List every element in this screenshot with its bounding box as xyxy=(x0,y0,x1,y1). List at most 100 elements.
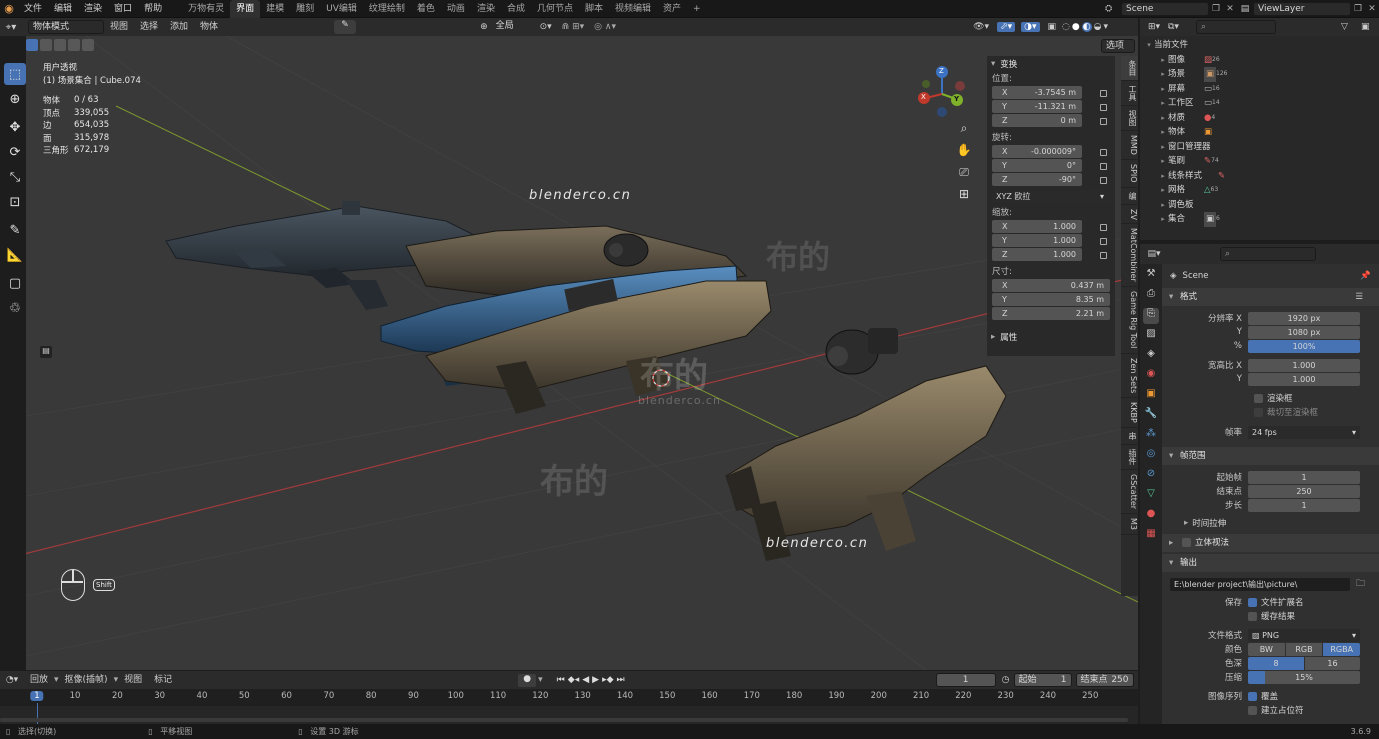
fps-selector[interactable]: 24 fps ▾ xyxy=(1248,425,1360,439)
tab-zen-sets[interactable]: Zen Sets xyxy=(1121,354,1138,398)
zoom-icon[interactable]: ⌕ xyxy=(954,121,974,143)
jump-end-icon[interactable]: ⏭ xyxy=(617,675,625,685)
tab-zv[interactable]: ZV xyxy=(1121,205,1138,225)
list-icon[interactable]: ☰ xyxy=(1355,288,1363,306)
xray-icon[interactable]: ▣ xyxy=(1048,22,1057,32)
properties-search-input[interactable]: ⌕ xyxy=(1220,247,1316,261)
transform-orientation-selector[interactable]: 全局 xyxy=(492,20,532,34)
data-tab-icon[interactable]: ▽ xyxy=(1143,488,1159,504)
tab-string[interactable]: 串 xyxy=(1121,428,1138,445)
filter-icon[interactable]: ⧉▾ xyxy=(1168,22,1190,32)
menu-render[interactable]: 渲染 xyxy=(78,0,108,18)
start-frame-field[interactable]: 起始 1 xyxy=(1013,673,1072,687)
format-panel-header[interactable]: 格式☰ xyxy=(1162,288,1379,306)
menu-timeline-view[interactable]: 视图 xyxy=(118,671,148,689)
editor-type-icon[interactable]: ⌖▾ xyxy=(0,22,22,33)
cursor-tool-icon[interactable]: ⊕ xyxy=(4,88,26,110)
select-subtract-icon[interactable] xyxy=(54,39,66,51)
world-tab-icon[interactable]: ◉ xyxy=(1143,368,1159,384)
toolbar-toggle-icon[interactable]: ▤ xyxy=(40,346,52,358)
properties-panel-header[interactable]: ▸ 属性 xyxy=(987,328,1115,346)
pan-hand-icon[interactable]: ✋ xyxy=(954,143,974,165)
overlay-toggle-icon[interactable]: ◑▾ xyxy=(1021,22,1040,32)
jump-start-icon[interactable]: ⏮ xyxy=(557,675,565,685)
tab-gscatter[interactable]: GScatter xyxy=(1121,470,1138,514)
tab-game-rig-tool[interactable]: Game Rig Tool xyxy=(1121,287,1138,354)
outliner-search-input[interactable]: ⌕ xyxy=(1196,20,1276,34)
tab-workspace-sculpt[interactable]: 雕刻 xyxy=(290,0,320,18)
tab-workspace-video[interactable]: 视频编辑 xyxy=(609,0,657,18)
view-layer-icon[interactable]: ▤ xyxy=(1237,4,1253,14)
render-tab-icon[interactable]: ⎙ xyxy=(1143,288,1159,304)
time-stretch-subpanel[interactable]: ▸ 时间拉伸 xyxy=(1162,514,1379,532)
menu-select[interactable]: 选择 xyxy=(134,18,164,36)
scale-y-field[interactable]: Y 1.000 xyxy=(992,234,1082,247)
gizmo-toggle-icon[interactable]: ⬀▾ xyxy=(997,22,1016,32)
shading-rendered-icon[interactable]: ◒ xyxy=(1094,22,1102,32)
lock-icon[interactable] xyxy=(1100,223,1107,231)
select-extend-icon[interactable] xyxy=(40,39,52,51)
dimension-y-field[interactable]: Y 8.35 m xyxy=(992,293,1110,306)
editor-type-icon[interactable]: ◔▾ xyxy=(0,675,24,685)
tool-tab-icon[interactable]: ⚒ xyxy=(1143,268,1159,284)
lock-icon[interactable] xyxy=(1100,251,1107,259)
res-y-field[interactable]: 1080 px xyxy=(1248,325,1360,339)
tab-workspace-texture[interactable]: 纹理绘制 xyxy=(363,0,411,18)
file-format-selector[interactable]: ▨ PNG ▾ xyxy=(1248,628,1360,642)
modifier-tab-icon[interactable]: 🔧 xyxy=(1143,408,1159,424)
new-collection-icon[interactable]: ▣ xyxy=(1361,22,1379,32)
display-mode-icon[interactable]: ⊞▾ xyxy=(1140,22,1168,32)
funnel-icon[interactable]: ▽ xyxy=(1341,22,1361,32)
color-rgb-button[interactable]: RGB xyxy=(1285,642,1323,656)
tab-workspace-assets[interactable]: 资产 xyxy=(657,0,687,18)
annotate-tool-icon[interactable]: ✎ xyxy=(4,219,26,241)
select-intersect-icon[interactable] xyxy=(82,39,94,51)
record-icon[interactable]: ● xyxy=(518,673,537,687)
outliner-item-objects[interactable]: ▸ 物体 ▣ xyxy=(1140,125,1379,140)
dimension-x-field[interactable]: X 0.437 m xyxy=(992,279,1110,292)
tab-workspace-rendering[interactable]: 渲染 xyxy=(471,0,501,18)
material-tab-icon[interactable]: ● xyxy=(1143,508,1159,524)
tab-workspace-geonodes[interactable]: 几何节点 xyxy=(531,0,579,18)
pivot-icon[interactable]: ⊙▾ xyxy=(540,22,552,32)
particles-tab-icon[interactable]: ⁂ xyxy=(1143,428,1159,444)
menu-edit[interactable]: 编辑 xyxy=(48,0,78,18)
menu-object[interactable]: 物体 xyxy=(194,18,224,36)
menu-view[interactable]: 视图 xyxy=(104,18,134,36)
placeholders-checkbox[interactable]: 建立占位符 xyxy=(1248,704,1304,716)
play-icon[interactable]: ▶ xyxy=(592,675,599,685)
overwrite-checkbox[interactable]: 覆盖 xyxy=(1248,690,1278,702)
3d-viewport[interactable]: 用户透视 (1) 场景集合 | Cube.074 物体 0 / 63 顶点 339,… xyxy=(26,36,1138,670)
copy-icon[interactable]: ❐ xyxy=(1209,4,1223,14)
select-invert-icon[interactable] xyxy=(68,39,80,51)
scene-selector[interactable]: Scene xyxy=(1121,1,1209,16)
grid-icon[interactable]: ⊞ xyxy=(954,187,974,209)
output-tab-icon[interactable]: ⎘ xyxy=(1143,308,1159,324)
scale-z-field[interactable]: Z 1.000 xyxy=(992,248,1082,261)
outliner-item-workspaces[interactable]: ▸ 工作区 ▭ 14 xyxy=(1140,96,1379,111)
outliner-item-palettes[interactable]: ▸ 调色板 xyxy=(1140,198,1379,213)
shading-wireframe-icon[interactable]: ◌ xyxy=(1062,22,1070,32)
outliner-root[interactable]: ▾ 当前文件 xyxy=(1140,38,1379,53)
lock-icon[interactable] xyxy=(1100,237,1107,245)
lock-icon[interactable] xyxy=(1100,176,1107,184)
outliner-item-linestyles[interactable]: ▸ 线条样式 ✎ xyxy=(1140,169,1379,184)
scene-tab-icon[interactable]: ◈ xyxy=(1143,348,1159,364)
location-x-field[interactable]: X -3.7545 m xyxy=(992,86,1082,99)
editor-type-icon[interactable]: ▤▾ xyxy=(1140,249,1168,259)
tab-workspace-uv[interactable]: UV编辑 xyxy=(320,0,363,18)
proportional-edit-icon[interactable]: ◎ ∧▾ xyxy=(594,22,616,32)
outliner-item-window-managers[interactable]: ▸ 窗口管理器 xyxy=(1140,140,1379,155)
add-cube-tool-icon[interactable]: ▢ xyxy=(4,272,26,294)
res-x-field[interactable]: 1920 px xyxy=(1248,311,1360,325)
rotation-y-field[interactable]: Y 0° xyxy=(992,159,1082,172)
timeline-scrollbar[interactable] xyxy=(0,718,1128,722)
depth-8-button[interactable]: 8 xyxy=(1248,656,1304,670)
shading-solid-icon[interactable]: ● xyxy=(1072,22,1080,32)
tab-matcombiner[interactable]: MatCombiner xyxy=(1121,224,1138,288)
measure-tool-icon[interactable]: 📐 xyxy=(4,244,26,266)
texture-tab-icon[interactable]: ▦ xyxy=(1143,528,1159,544)
frame-range-panel-header[interactable]: 帧范围 xyxy=(1162,447,1379,465)
copy-icon[interactable]: ❐ xyxy=(1351,4,1365,14)
render-region-checkbox[interactable]: 渲染框 xyxy=(1162,391,1379,405)
